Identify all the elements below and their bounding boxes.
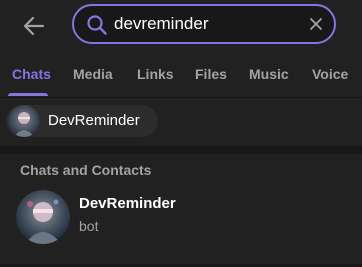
tab-media[interactable]: Media (73, 52, 113, 97)
tab-chats[interactable]: Chats (12, 52, 51, 97)
search-box[interactable] (72, 4, 336, 44)
recent-chat-chip[interactable]: DevReminder (6, 105, 158, 137)
chip-label: DevReminder (48, 112, 140, 129)
section-title: Chats and Contacts (20, 162, 152, 178)
tab-links[interactable]: Links (137, 52, 174, 97)
result-name: DevReminder (79, 195, 176, 212)
section-divider (0, 146, 362, 154)
search-tabs: Chats Media Links Files Music Voice (0, 52, 362, 98)
avatar (16, 190, 70, 244)
active-tab-indicator (8, 93, 48, 96)
tab-files[interactable]: Files (195, 52, 227, 97)
arrow-left-icon (23, 16, 45, 36)
search-header (0, 0, 362, 52)
tab-voice[interactable]: Voice (312, 52, 348, 97)
tab-music[interactable]: Music (249, 52, 289, 97)
search-input[interactable] (114, 12, 304, 36)
search-icon (87, 15, 107, 35)
result-subtitle: bot (79, 218, 99, 234)
list-item[interactable]: DevReminder bot (8, 184, 354, 250)
avatar (8, 105, 40, 137)
back-button[interactable] (18, 10, 50, 42)
close-icon[interactable] (308, 16, 324, 32)
